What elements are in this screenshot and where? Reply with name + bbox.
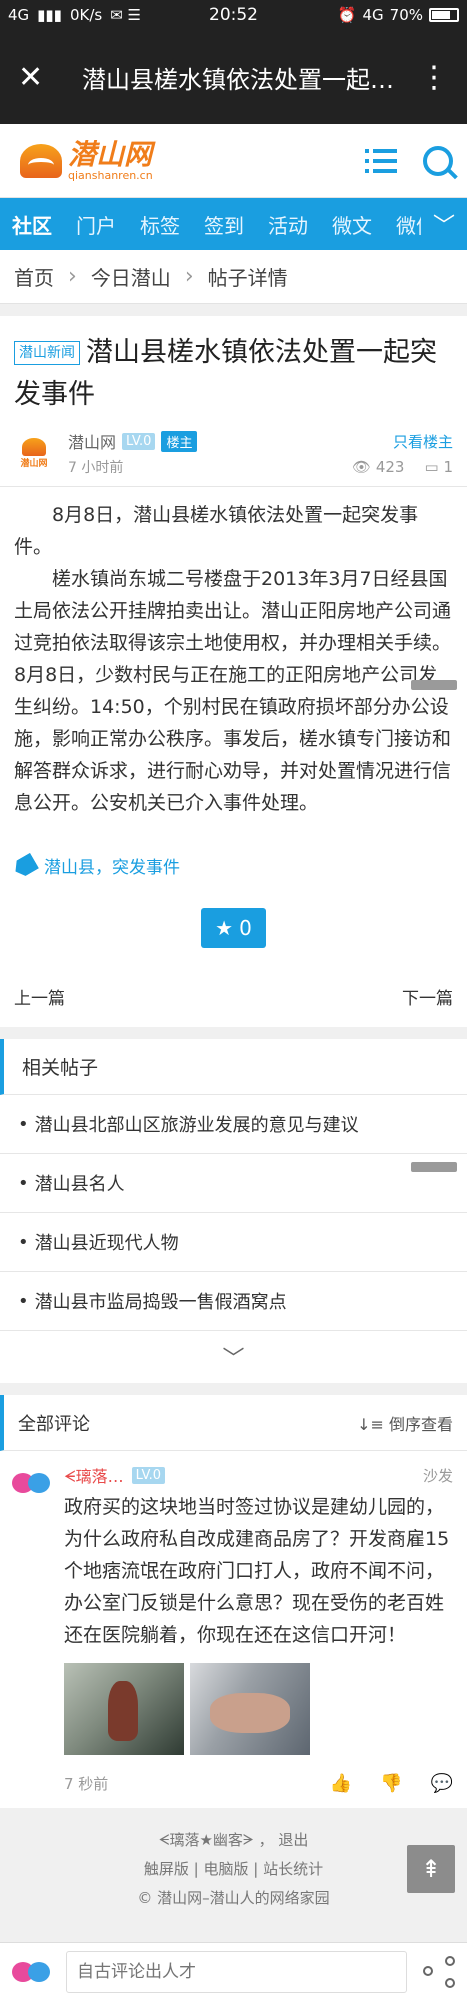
clock: 20:52 [209, 5, 258, 25]
logout-link[interactable]: 退出 [278, 1831, 308, 1849]
comments-section: 全部评论 ↓≡ 倒序查看 ᗕ璃落… LV.0 沙发 政府买的这块地当时签过协议是… [0, 1395, 467, 1808]
comment-image[interactable] [190, 1663, 310, 1755]
status-bar: 4G ▮▮▮ 0K/s ✉ ☰ 20:52 ⏰ 4G 70% [0, 0, 467, 30]
level-badge: LV.0 [131, 1466, 166, 1484]
site-logo[interactable]: 潜山网 qianshanren.cn [20, 137, 153, 182]
favorite-count: 0 [239, 916, 252, 940]
copyright: © 潜山网–潜山人的网络家园 [137, 1889, 330, 1907]
nav-item-events[interactable]: 活动 [256, 210, 320, 239]
post-pager: 上一篇 下一篇 [14, 984, 453, 1013]
replies-value: 1 [443, 457, 453, 476]
post-paragraph: 8月8日，潜山县槎水镇依法处置一起突发事件。 [14, 504, 419, 558]
replies-count: ▭ 1 [424, 458, 453, 476]
post-time: 7 小时前 [68, 460, 124, 476]
post-tags-text[interactable]: 潜山县，突发事件 [44, 853, 180, 878]
footer-link-touch[interactable]: 触屏版 [144, 1860, 189, 1878]
nav-item-tags[interactable]: 标签 [128, 210, 192, 239]
close-icon[interactable]: ✕ [18, 60, 62, 95]
star-icon: ★ [215, 916, 234, 940]
scrollbar-thumb[interactable] [411, 1162, 457, 1172]
breadcrumb-home[interactable]: 首页 [14, 262, 54, 291]
site-header: 潜山网 qianshanren.cn [0, 124, 467, 198]
footer-user[interactable]: ᗕ璃落★幽客ᗒ [159, 1831, 254, 1849]
level-badge: LV.0 [122, 432, 156, 450]
related-heading: 相关帖子 [0, 1039, 467, 1095]
search-icon[interactable] [423, 145, 453, 176]
next-post-link[interactable]: 下一篇 [402, 984, 453, 1009]
sort-label: 倒序查看 [388, 1414, 453, 1434]
logo-name: 潜山网 [68, 137, 153, 171]
related-item[interactable]: 潜山县市监局捣毁一售假酒窝点 [0, 1272, 467, 1331]
views-value: 423 [375, 457, 405, 476]
comment-time: 7 秒前 [64, 1775, 109, 1793]
prev-post-link[interactable]: 上一篇 [14, 984, 65, 1009]
back-to-top-icon[interactable]: ⇞ [407, 1845, 455, 1893]
logo-domain: qianshanren.cn [68, 168, 153, 182]
chevron-right-icon: › [68, 264, 77, 289]
comment-floor: 沙发 [422, 1466, 453, 1485]
nav-item-microtext[interactable]: 微文 [320, 210, 384, 239]
comment-author[interactable]: ᗕ璃落… [64, 1463, 124, 1487]
author-name[interactable]: 潜山网 [68, 429, 116, 453]
avatar[interactable] [12, 1463, 54, 1501]
breadcrumb-section[interactable]: 今日潜山 [91, 262, 171, 291]
logo-mark-icon [20, 143, 62, 178]
comment-icon: ▭ [424, 457, 439, 476]
footer: ᗕ璃落★幽客ᗒ ， 退出 触屏版 | 电脑版 | 站长统计 © 潜山网–潜山人的… [0, 1808, 467, 1913]
comment-images [64, 1663, 453, 1755]
chevron-right-icon: › [184, 264, 194, 289]
page-title: 潜山县槎水镇依法处置一起… [82, 65, 394, 94]
author-row: 潜山网 潜山网 LV.0 楼主 7 小时前 只看楼主 👁 423 ▭ 1 [14, 428, 453, 478]
battery-icon [429, 8, 459, 22]
comment-item: ᗕ璃落… LV.0 沙发 政府买的这块地当时签过协议是建幼儿园的，为什么政府私自… [0, 1451, 467, 1808]
thumbs-down-icon[interactable]: 👎 [380, 1773, 402, 1794]
comment-input[interactable] [66, 1950, 407, 1993]
reply-icon[interactable]: 💬 [431, 1773, 453, 1794]
post-tags: 潜山县，突发事件 [14, 853, 453, 878]
related-item[interactable]: 潜山县名人 [0, 1154, 467, 1213]
chevron-down-icon[interactable]: ﹀ [421, 198, 467, 250]
chevron-down-icon[interactable]: ﹀ [0, 1331, 467, 1383]
comment-text: 政府买的这块地当时签过协议是建幼儿园的，为什么政府私自改成建商品房了？开发商雇1… [64, 1496, 450, 1646]
only-host-link[interactable]: 只看楼主 [352, 431, 453, 452]
avatar[interactable]: 潜山网 [14, 433, 54, 473]
post-card: 潜山新闻 潜山县槎水镇依法处置一起突发事件 潜山网 潜山网 LV.0 楼主 7 小… [0, 316, 467, 1027]
comment-bar [0, 1942, 467, 2000]
title-bar: ✕ 潜山县槎水镇依法处置一起… ⋮ [0, 30, 467, 124]
menu-list-icon[interactable] [365, 148, 397, 174]
footer-link-stats[interactable]: 站长统计 [263, 1860, 323, 1878]
scrollbar-thumb[interactable] [411, 680, 457, 690]
sort-icon: ↓≡ [357, 1414, 384, 1434]
sort-toggle[interactable]: ↓≡ 倒序查看 [357, 1411, 453, 1435]
related-item[interactable]: 潜山县北部山区旅游业发展的意见与建议 [0, 1095, 467, 1154]
views-count: 👁 423 [352, 458, 404, 476]
favorite-button[interactable]: ★ 0 [201, 908, 266, 948]
category-tag[interactable]: 潜山新闻 [14, 341, 80, 365]
breadcrumb-current: 帖子详情 [207, 266, 288, 290]
tag-icon [11, 852, 39, 879]
footer-link-desktop[interactable]: 电脑版 [203, 1860, 248, 1878]
comment-image[interactable] [64, 1663, 184, 1755]
nav-item-portal[interactable]: 门户 [64, 210, 128, 239]
host-badge: 楼主 [161, 430, 198, 452]
related-posts: 相关帖子 潜山县北部山区旅游业发展的意见与建议 潜山县名人 潜山县近现代人物 潜… [0, 1039, 467, 1383]
comments-heading: 全部评论 [18, 1413, 90, 1435]
related-item[interactable]: 潜山县近现代人物 [0, 1213, 467, 1272]
breadcrumb: 首页 › 今日潜山 › 帖子详情 [0, 250, 467, 304]
nav-item-checkin[interactable]: 签到 [192, 210, 256, 239]
share-icon[interactable] [423, 1955, 455, 1988]
nav-item-community[interactable]: 社区 [0, 210, 64, 239]
more-menu-icon[interactable]: ⋮ [419, 60, 449, 95]
post-content: 8月8日，潜山县槎水镇依法处置一起突发事件。 槎水镇尚东城二号楼盘于2013年3… [14, 487, 453, 819]
post-paragraph: 槎水镇尚东城二号楼盘于2013年3月7日经县国土局依法公开挂牌拍卖出让。潜山正阳… [14, 568, 452, 814]
main-nav: 社区 门户 标签 签到 活动 微文 微信 ﹀ [0, 198, 467, 250]
comments-header: 全部评论 ↓≡ 倒序查看 [0, 1395, 467, 1451]
post-title-block: 潜山新闻 潜山县槎水镇依法处置一起突发事件 [14, 332, 453, 416]
avatar[interactable] [12, 1952, 56, 1992]
eye-icon: 👁 [352, 457, 372, 476]
thumbs-up-icon[interactable]: 👍 [330, 1773, 352, 1794]
